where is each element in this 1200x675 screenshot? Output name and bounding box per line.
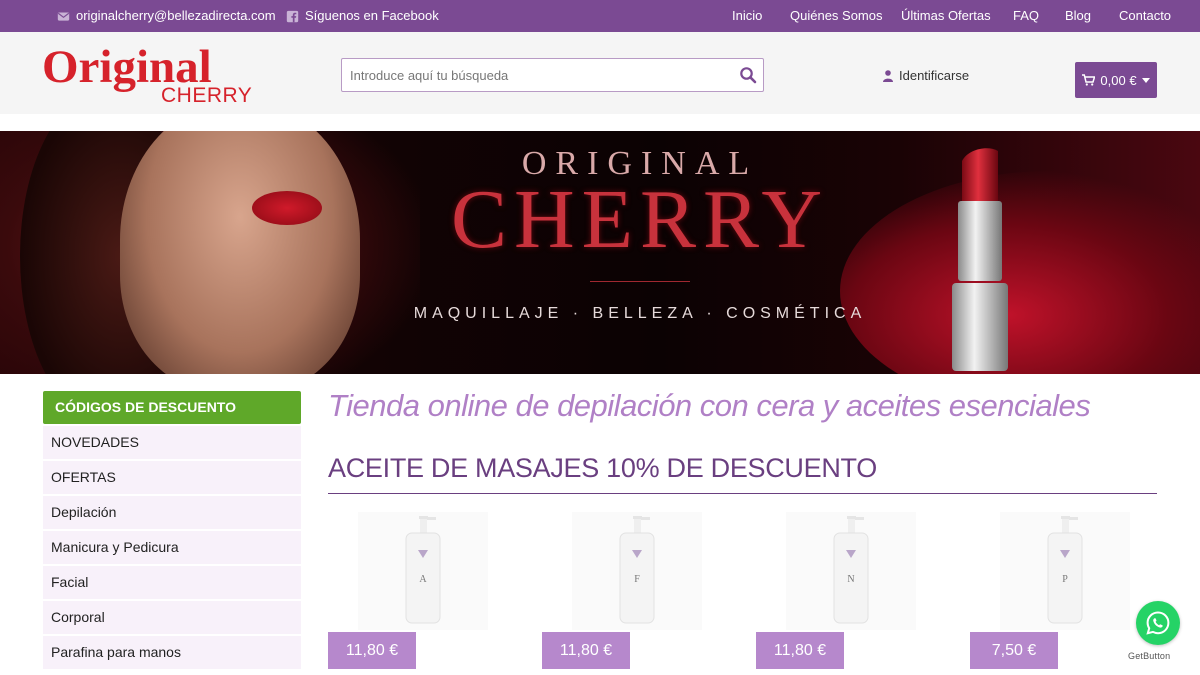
svg-text:N: N xyxy=(847,574,854,585)
envelope-icon xyxy=(57,11,70,21)
banner-divider xyxy=(590,281,690,282)
section-title: ACEITE DE MASAJES 10% DE DESCUENTO xyxy=(328,453,877,483)
svg-text:P: P xyxy=(1062,574,1068,585)
facebook-link[interactable]: Síguenos en Facebook xyxy=(286,0,439,32)
sidebar-item-ofertas[interactable]: OFERTAS xyxy=(43,461,301,494)
top-bar: originalcherry@bellezadirecta.com Síguen… xyxy=(0,0,1200,32)
nav-blog[interactable]: Blog xyxy=(1065,0,1091,32)
caret-down-icon xyxy=(1141,77,1150,83)
nav-ultimas-ofertas[interactable]: Últimas Ofertas xyxy=(901,0,991,32)
product-image[interactable]: A xyxy=(358,512,488,630)
bottle-image: P xyxy=(1047,516,1083,624)
sidebar-item-corporal[interactable]: Corporal xyxy=(43,601,301,634)
user-icon xyxy=(883,69,893,82)
product-card[interactable]: A 11,80 € xyxy=(328,512,516,672)
lipstick-image xyxy=(952,148,1008,371)
category-sidebar: CÓDIGOS DE DESCUENTO NOVEDADES OFERTAS D… xyxy=(43,391,301,669)
site-logo[interactable]: Original CHERRY xyxy=(42,41,253,108)
product-image[interactable]: N xyxy=(786,512,916,630)
search-box xyxy=(341,58,764,92)
nav-quienes-somos[interactable]: Quiénes Somos xyxy=(790,0,883,32)
search-icon[interactable] xyxy=(739,66,757,84)
cart-total: 0,00 € xyxy=(1100,72,1137,88)
email-text: originalcherry@bellezadirecta.com xyxy=(76,8,276,23)
getbutton-credit[interactable]: GetButton xyxy=(1128,651,1170,661)
store-tagline: Tienda online de depilación con cera y a… xyxy=(328,388,1091,423)
facebook-icon xyxy=(286,10,299,22)
search-input[interactable] xyxy=(342,59,727,91)
product-card[interactable]: P 7,50 € xyxy=(970,512,1158,672)
cart-button[interactable]: 0,00 € xyxy=(1075,62,1157,98)
product-card[interactable]: N 11,80 € xyxy=(756,512,944,672)
nav-contacto[interactable]: Contacto xyxy=(1119,0,1171,32)
facebook-text: Síguenos en Facebook xyxy=(305,8,439,23)
nav-faq[interactable]: FAQ xyxy=(1013,0,1039,32)
whatsapp-icon xyxy=(1146,611,1170,635)
product-image[interactable]: P xyxy=(1000,512,1130,630)
logo-subtitle: CHERRY xyxy=(161,84,253,107)
whatsapp-button[interactable] xyxy=(1136,601,1180,645)
svg-text:A: A xyxy=(419,574,427,585)
hero-banner[interactable]: ORIGINAL CHERRY MAQUILLAJE · BELLEZA · C… xyxy=(0,131,1200,374)
product-price[interactable]: 11,80 € xyxy=(328,632,416,669)
sidebar-discount-codes[interactable]: CÓDIGOS DE DESCUENTO xyxy=(43,391,301,424)
product-price[interactable]: 7,50 € xyxy=(970,632,1058,669)
svg-text:F: F xyxy=(634,574,640,585)
banner-line-cherry: CHERRY xyxy=(450,173,830,266)
login-link[interactable]: Identificarse xyxy=(883,68,969,83)
cart-icon xyxy=(1082,74,1096,86)
bottle-image: A xyxy=(405,516,441,624)
section-divider xyxy=(328,493,1157,494)
product-price[interactable]: 11,80 € xyxy=(756,632,844,669)
banner-tagline: MAQUILLAJE · BELLEZA · COSMÉTICA xyxy=(413,305,867,322)
sidebar-item-novedades[interactable]: NOVEDADES xyxy=(43,426,301,459)
sidebar-item-manicura[interactable]: Manicura y Pedicura xyxy=(43,531,301,564)
sidebar-item-depilacion[interactable]: Depilación xyxy=(43,496,301,529)
sidebar-item-facial[interactable]: Facial xyxy=(43,566,301,599)
product-price[interactable]: 11,80 € xyxy=(542,632,630,669)
login-label: Identificarse xyxy=(899,68,970,83)
product-image[interactable]: F xyxy=(572,512,702,630)
sidebar-item-parafina[interactable]: Parafina para manos xyxy=(43,636,301,669)
site-header: Original CHERRY Identificarse 0,00 € xyxy=(0,32,1200,114)
email-link[interactable]: originalcherry@bellezadirecta.com xyxy=(57,0,276,32)
product-card[interactable]: F 11,80 € xyxy=(542,512,730,672)
bottle-image: N xyxy=(833,516,869,624)
nav-inicio[interactable]: Inicio xyxy=(732,0,762,32)
bottle-image: F xyxy=(619,516,655,624)
